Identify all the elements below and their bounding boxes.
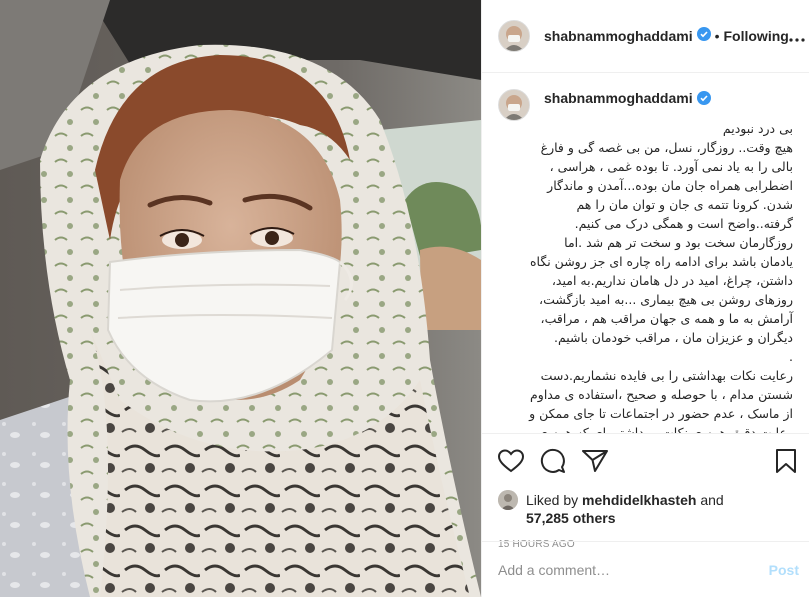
instagram-post: shabnammoghaddami • Following shabnammog…: [0, 0, 809, 597]
post-comment-button[interactable]: Post: [769, 562, 799, 578]
avatar[interactable]: [498, 20, 530, 52]
comment-box: Add a comment… Post: [482, 541, 809, 597]
heart-icon[interactable]: [498, 449, 524, 473]
caption-text: بی درد نبودیم هیچ وقت.. روزگار، نسل، من …: [529, 121, 793, 433]
caption-avatar[interactable]: [498, 89, 530, 121]
likes-text: Liked by mehdidelkhasteh and 57,285 othe…: [526, 491, 724, 527]
likes-count[interactable]: 57,285 others: [526, 510, 616, 526]
following-button[interactable]: Following: [724, 28, 789, 44]
bookmark-icon[interactable]: [775, 448, 797, 474]
action-icons: [498, 446, 797, 476]
caption-username[interactable]: shabnammoghaddami: [544, 89, 693, 107]
caption-area: shabnammoghaddami بی درد نبودیم هیچ وقت.…: [482, 73, 809, 433]
likes-prefix: Liked by: [526, 492, 579, 508]
verified-icon: [696, 91, 711, 110]
caption-header: shabnammoghaddami: [498, 89, 793, 121]
avatar-image: [499, 21, 529, 51]
verified-icon: [696, 26, 711, 46]
portrait-image: [0, 0, 481, 597]
more-icon[interactable]: [789, 26, 805, 47]
username-link[interactable]: shabnammoghaddami: [544, 28, 693, 44]
post-sidebar: shabnammoghaddami • Following shabnammog…: [481, 0, 809, 597]
liker-avatar[interactable]: [498, 490, 518, 510]
comment-input[interactable]: Add a comment…: [498, 562, 610, 578]
comment-icon[interactable]: [540, 448, 566, 474]
liker-username[interactable]: mehdidelkhasteh: [582, 492, 696, 508]
likes-summary: Liked by mehdidelkhasteh and 57,285 othe…: [498, 490, 797, 527]
separator-dot: •: [714, 28, 720, 44]
share-icon[interactable]: [582, 449, 608, 473]
likes-and: and: [700, 492, 724, 508]
post-header: shabnammoghaddami • Following: [482, 0, 809, 73]
avatar-image: [499, 90, 529, 120]
action-bar: Liked by mehdidelkhasteh and 57,285 othe…: [482, 433, 809, 550]
post-photo[interactable]: [0, 0, 481, 597]
